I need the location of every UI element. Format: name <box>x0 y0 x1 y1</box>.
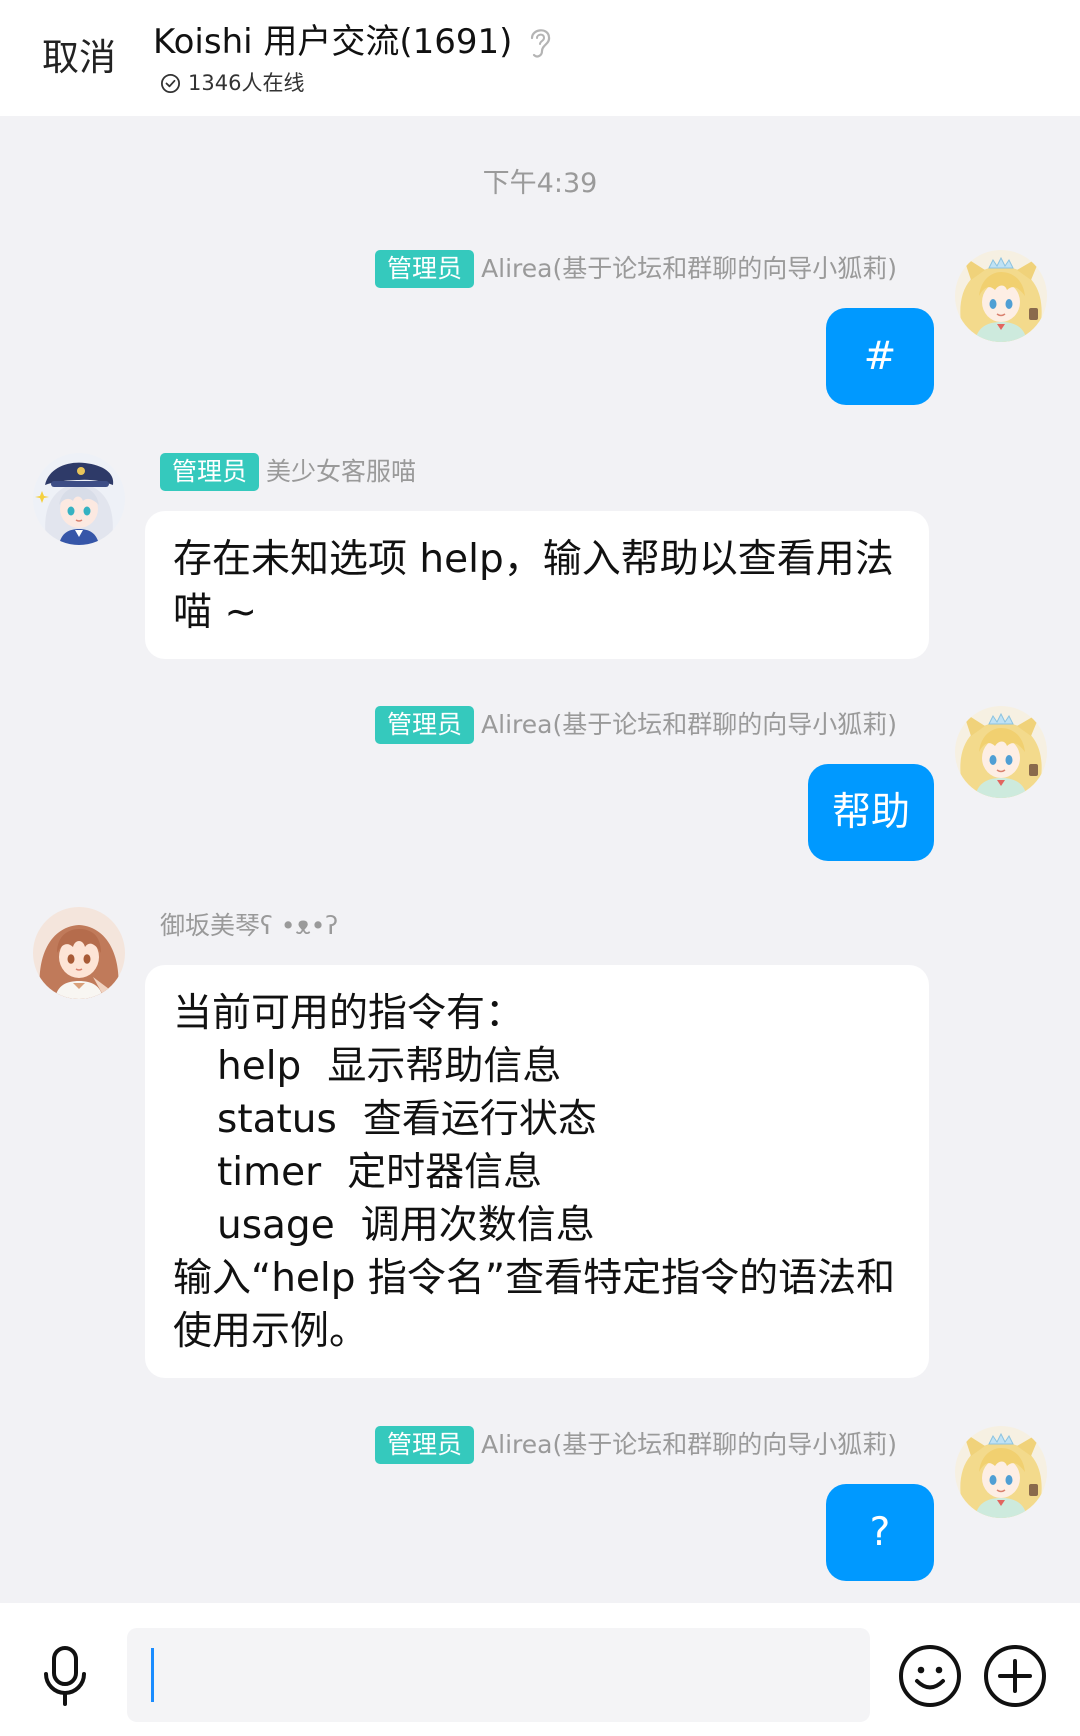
group-title-row[interactable]: Koishi 用户交流(1691) <box>153 20 554 64</box>
message-bubble[interactable]: ? <box>826 1484 934 1581</box>
smiley-icon[interactable] <box>898 1644 962 1708</box>
microphone-icon[interactable] <box>42 1645 88 1707</box>
message-bubble[interactable]: 存在未知选项 help，输入帮助以查看用法喵 ~ <box>145 511 929 659</box>
sender-name: 御坂美琴ʕ •ᴥ•ʔ <box>160 911 339 940</box>
sender-name: Alirea(基于论坛和群聊的向导小狐莉) <box>481 1430 897 1459</box>
admin-badge: 管理员 <box>375 250 475 288</box>
message-item: 管理员 美少女客服喵 存在未知选项 help，输入帮助以查看用法喵 ~ <box>0 453 1080 659</box>
sender-row: 御坂美琴ʕ •ᴥ•ʔ <box>160 907 338 945</box>
sender-name: Alirea(基于论坛和群聊的向导小狐莉) <box>481 710 897 739</box>
message-bubble[interactable]: 当前可用的指令有： help 显示帮助信息 status 查看运行状态 timer 定… <box>145 965 929 1378</box>
sender-name: 美少女客服喵 <box>266 457 417 486</box>
message-item: 管理员 Alirea(基于论坛和群聊的向导小狐莉) 帮助 <box>0 706 1080 861</box>
command-name: usage <box>217 1203 335 1248</box>
message-bubble[interactable]: 帮助 <box>807 764 934 861</box>
command-line: help 显示帮助信息 <box>173 1040 909 1093</box>
admin-badge: 管理员 <box>375 706 475 744</box>
command-name: help <box>217 1044 302 1089</box>
alirea-avatar[interactable] <box>955 1426 1047 1518</box>
command-desc: 调用次数信息 <box>360 1203 595 1248</box>
online-status: 1346人在线 <box>160 70 304 96</box>
command-desc: 查看运行状态 <box>362 1097 597 1142</box>
message-list[interactable]: 下午4:39 管理员 Alirea(基于论坛和群聊的向导小狐莉) # 管理员 美… <box>0 116 1080 1603</box>
online-count: 1346人在线 <box>188 71 305 95</box>
command-desc: 定时器信息 <box>347 1150 543 1195</box>
cancel-button[interactable]: 取消 <box>42 36 116 80</box>
plus-circle-icon[interactable] <box>983 1644 1047 1708</box>
admin-badge: 管理员 <box>375 1426 475 1464</box>
command-name: status <box>217 1097 337 1142</box>
message-item: 管理员 Alirea(基于论坛和群聊的向导小狐莉) ? <box>0 1426 1080 1581</box>
message-input[interactable] <box>127 1628 870 1722</box>
help-footer: 输入“help 指令名”查看特定指令的语法和使用示例。 <box>173 1256 896 1354</box>
sender-name: Alirea(基于论坛和群聊的向导小狐莉) <box>481 254 897 283</box>
group-title: Koishi 用户交流(1691) <box>153 22 513 62</box>
message-bubble[interactable]: # <box>826 308 934 405</box>
kefu-avatar[interactable] <box>33 453 125 545</box>
sender-row: 管理员 Alirea(基于论坛和群聊的向导小狐莉) <box>375 250 897 288</box>
command-line: usage 调用次数信息 <box>173 1199 909 1252</box>
message-timestamp: 下午4:39 <box>482 168 598 199</box>
admin-badge: 管理员 <box>160 453 260 491</box>
sender-row: 管理员 美少女客服喵 <box>160 453 416 491</box>
message-item: 御坂美琴ʕ •ᴥ•ʔ 当前可用的指令有： help 显示帮助信息 status 查看… <box>0 907 1080 1378</box>
command-line: status 查看运行状态 <box>173 1093 909 1146</box>
command-name: timer <box>217 1150 322 1195</box>
sender-row: 管理员 Alirea(基于论坛和群聊的向导小狐莉) <box>375 1426 897 1464</box>
alirea-avatar[interactable] <box>955 706 1047 798</box>
message-item: 管理员 Alirea(基于论坛和群聊的向导小狐莉) # <box>0 250 1080 405</box>
text-caret <box>151 1648 154 1702</box>
ear-icon[interactable] <box>526 24 554 60</box>
misaka-avatar[interactable] <box>33 907 125 999</box>
sender-row: 管理员 Alirea(基于论坛和群聊的向导小狐莉) <box>375 706 897 744</box>
chat-header: 取消 Koishi 用户交流(1691) 1346人在线 <box>0 0 1080 116</box>
check-circle-icon <box>160 73 181 94</box>
command-line: timer 定时器信息 <box>173 1146 909 1199</box>
command-desc: 显示帮助信息 <box>327 1044 562 1089</box>
alirea-avatar[interactable] <box>955 250 1047 342</box>
input-bar <box>0 1603 1080 1736</box>
help-intro: 当前可用的指令有： <box>173 991 525 1036</box>
